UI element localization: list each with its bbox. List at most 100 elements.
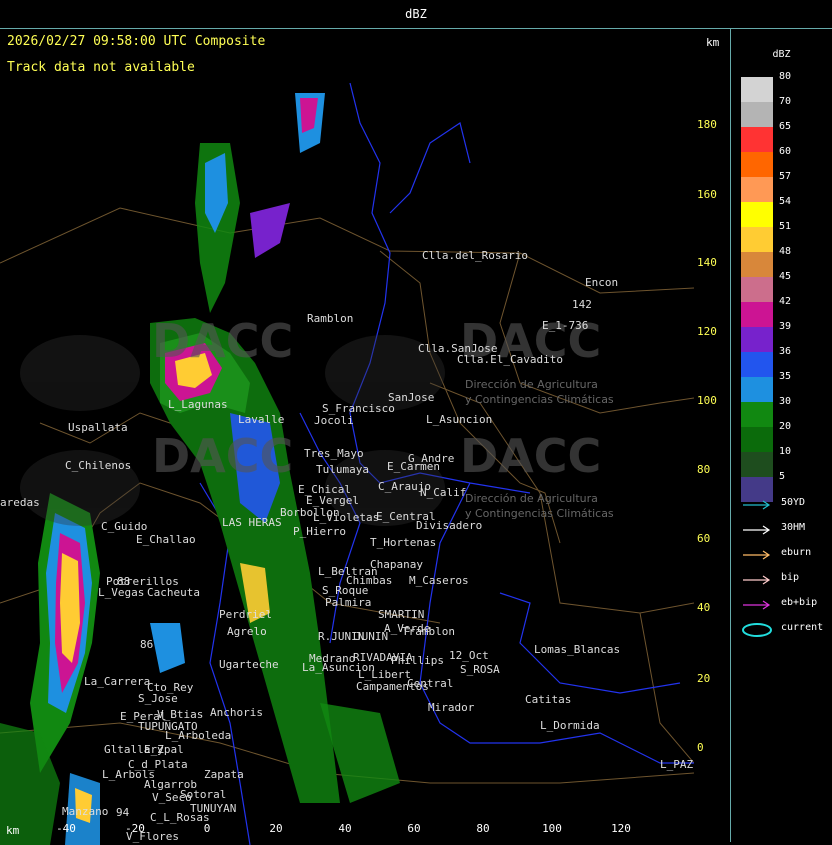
place-label: Phillips — [391, 654, 444, 667]
legend-level-label: 36 — [779, 346, 792, 357]
y-unit-label: km — [706, 36, 720, 49]
legend-swatch — [741, 152, 773, 177]
legend-level-label: 51 — [779, 221, 792, 232]
place-label: T_Hortenas — [370, 536, 437, 549]
legend-level-label: 10 — [779, 446, 792, 457]
y-tick-label: 60 — [697, 532, 711, 545]
y-tick-label: 80 — [697, 463, 711, 476]
legend-level-label: 42 — [779, 296, 792, 307]
place-label: Divisadero — [416, 519, 483, 532]
place-label: aredas — [0, 496, 40, 509]
legend-swatch — [741, 202, 773, 227]
y-tick-label: 160 — [697, 188, 717, 201]
legend-swatch — [741, 377, 773, 402]
legend-panel: dBZ 80 70 65 60 57 54 51 48 45 42 39 36 35 30 20 10 5 50… — [731, 29, 832, 842]
legend-title: dBZ — [772, 49, 791, 60]
watermark-text: DACC — [152, 314, 294, 368]
window-title: dBZ — [405, 7, 427, 21]
legend-level-label: 39 — [779, 321, 792, 332]
arrow-icon — [743, 550, 771, 560]
legend-level-label: 45 — [779, 271, 792, 282]
legend-swatch — [741, 127, 773, 152]
legend-swatch — [741, 102, 773, 127]
track-legend-label: 30HM — [781, 522, 806, 533]
place-label: SanJose — [388, 391, 435, 404]
legend-swatch — [741, 252, 773, 277]
legend-swatch — [741, 77, 773, 102]
x-tick-label: -40 — [56, 822, 76, 835]
place-label: Clla.El_Cavadito — [457, 353, 563, 366]
legend-swatch — [741, 177, 773, 202]
place-label: C_Chilenos — [65, 459, 132, 472]
timestamp: 2026/02/27 09:58:00 UTC Composite — [7, 34, 266, 49]
place-label: S_ROSA — [460, 663, 500, 676]
legend-swatch — [741, 352, 773, 377]
title-bar: dBZ — [0, 0, 832, 29]
ellipse-icon — [742, 623, 772, 637]
track-legend-label: current — [781, 622, 824, 633]
place-label: Tres_Mayo — [304, 447, 364, 460]
place-label: Ugarteche — [219, 658, 279, 671]
legend-swatch — [741, 402, 773, 427]
place-label: Catitas — [525, 693, 572, 706]
place-label: Gltallary — [104, 743, 164, 756]
place-label: Manzano — [62, 805, 109, 818]
arrow-icon — [743, 525, 771, 535]
place-label: 12_Oct — [449, 649, 489, 662]
watermark-text: DACC — [460, 429, 602, 483]
watermark-subtitle: Dirección de Agricultura — [465, 378, 598, 391]
legend-level-label: 65 — [779, 121, 792, 132]
x-tick-label: 20 — [269, 822, 283, 835]
arrow-icon — [743, 575, 771, 585]
legend-swatch — [741, 277, 773, 302]
track-legend-label: eburn — [781, 547, 812, 558]
watermark-subtitle: y Contingencias Climáticas — [465, 507, 614, 520]
place-label: Palmira — [325, 596, 372, 609]
radar-map-panel[interactable]: DACC DACC DACC DACC Dirección de Agricul… — [0, 29, 731, 845]
place-label: Tulumaya — [316, 463, 369, 476]
place-label: Ramblon — [307, 312, 354, 325]
arrow-icon — [743, 600, 771, 610]
place-label: Zapata — [204, 768, 244, 781]
y-tick-label: 180 — [697, 118, 717, 131]
place-label: Cacheuta — [147, 586, 200, 599]
legend-swatch — [741, 427, 773, 452]
place-label: Clla.del_Rosario — [422, 249, 528, 262]
watermark-subtitle: y Contingencias Climáticas — [465, 393, 614, 406]
legend-swatch — [741, 327, 773, 352]
place-label: SMARTIN — [378, 608, 425, 621]
track-legend-item: eb+bip — [741, 597, 831, 611]
track-legend-item: current — [741, 622, 831, 637]
legend-level-label: 35 — [779, 371, 792, 382]
place-label: Chapanay — [370, 558, 423, 571]
place-label: Encon — [585, 276, 619, 289]
place-label: L_Violetas — [313, 511, 380, 524]
watermark-text: DACC — [152, 429, 294, 483]
place-label: La_Carrera — [84, 675, 151, 688]
legend-level-label: 54 — [779, 196, 792, 207]
track-legend-item: bip — [741, 572, 831, 586]
place-label: E_Challao — [136, 533, 196, 546]
legend-level-label: 5 — [779, 471, 786, 482]
place-label: Central — [407, 677, 454, 690]
y-tick-label: 20 — [697, 672, 711, 685]
place-label: Mirador — [428, 701, 475, 714]
legend-level-label: 57 — [779, 171, 792, 182]
place-label: 88 — [117, 575, 131, 588]
place-label: 94 — [116, 806, 130, 819]
place-label: C_Guido — [101, 520, 148, 533]
legend-level-label: 60 — [779, 146, 792, 157]
x-tick-label: -20 — [125, 822, 145, 835]
place-label: JUNIN — [355, 630, 389, 643]
place-label: 142 — [572, 298, 592, 311]
legend-swatch — [741, 302, 773, 327]
place-label: L_Lagunas — [168, 398, 228, 411]
place-label: LAS HERAS — [222, 516, 282, 529]
legend-level-label: 70 — [779, 96, 792, 107]
place-label: Jocoli — [314, 414, 354, 427]
track-legend-label: bip — [781, 572, 800, 583]
y-tick-label: 120 — [697, 325, 717, 338]
legend-level-label: 20 — [779, 421, 792, 432]
place-label: E_1-736 — [542, 319, 589, 332]
x-tick-label: 120 — [611, 822, 631, 835]
